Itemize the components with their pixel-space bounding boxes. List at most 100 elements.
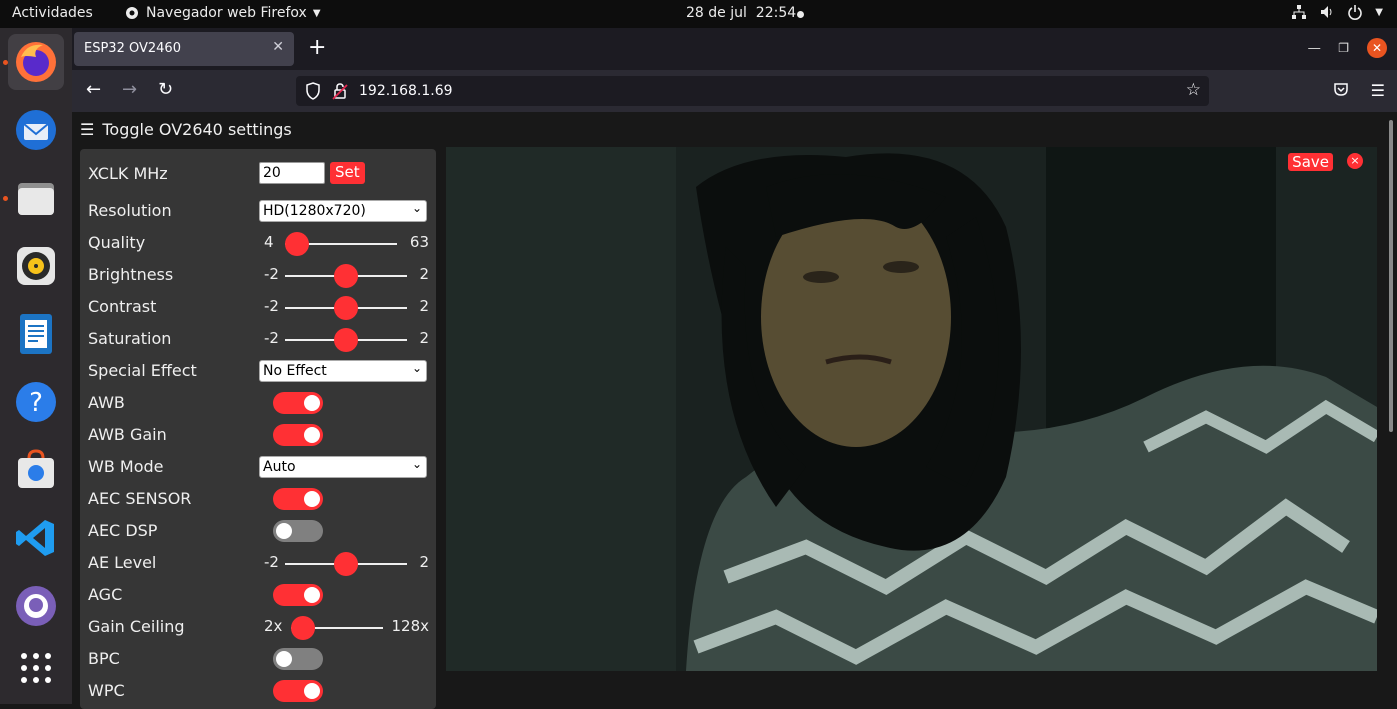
url-bar[interactable]: 192.168.1.69 ☆ xyxy=(296,76,1209,106)
wb-mode-label: WB Mode xyxy=(88,457,164,476)
special-effect-row: Special Effect No Effect ⌄ xyxy=(88,357,428,385)
contrast-slider[interactable]: -2 2 xyxy=(259,295,429,320)
close-window-icon[interactable]: ✕ xyxy=(1367,38,1387,58)
reload-icon[interactable]: ↻ xyxy=(158,80,173,100)
files-icon[interactable] xyxy=(8,170,64,226)
page-scrollbar[interactable] xyxy=(1389,120,1393,432)
aec-sensor-row: AEC SENSOR xyxy=(88,485,428,513)
wpc-toggle[interactable] xyxy=(273,680,323,702)
gain-ceiling-label: Gain Ceiling xyxy=(88,617,185,636)
close-stream-button[interactable]: × xyxy=(1347,153,1363,169)
firefox-small-icon xyxy=(126,7,138,19)
set-xclk-button[interactable]: Set xyxy=(330,162,365,184)
aec-sensor-toggle[interactable] xyxy=(273,488,323,510)
power-icon[interactable] xyxy=(1347,4,1363,20)
system-tray[interactable]: ▼ xyxy=(1291,4,1383,20)
aec-dsp-toggle[interactable] xyxy=(273,520,323,542)
quality-slider[interactable]: 4 63 xyxy=(259,231,429,256)
toggle-settings[interactable]: ☰ Toggle OV2640 settings xyxy=(80,120,292,139)
wb-mode-row: WB Mode Auto ⌄ xyxy=(88,453,428,481)
dock: ? xyxy=(0,28,72,704)
awb-label: AWB xyxy=(88,393,125,412)
chevron-down-icon: ⌄ xyxy=(411,361,422,375)
contrast-max: 2 xyxy=(419,297,429,315)
toggle-knob xyxy=(304,427,320,443)
bpc-toggle[interactable] xyxy=(273,648,323,670)
nav-bar: ← → ↻ 192.168.1.69 ☆ ☰ xyxy=(72,70,1397,112)
volume-icon[interactable] xyxy=(1319,4,1335,20)
back-icon[interactable]: ← xyxy=(86,80,101,100)
firefox-icon[interactable] xyxy=(8,34,64,90)
special-effect-select[interactable]: No Effect ⌄ xyxy=(259,360,427,382)
tab-strip: ESP32 OV2460 ✕ + ― ❐ ✕ xyxy=(72,28,1397,70)
quality-max: 63 xyxy=(409,233,429,251)
clock[interactable]: 28 de jul 22:54 xyxy=(686,5,796,21)
tab-esp32[interactable]: ESP32 OV2460 ✕ xyxy=(74,32,294,66)
toolbar-right: ☰ xyxy=(1333,81,1385,100)
slider-thumb[interactable] xyxy=(291,616,315,640)
gain-ceiling-max: 128x xyxy=(391,617,429,635)
xclk-row: XCLK MHz 20 Set xyxy=(88,160,428,188)
page-content: ☰ Toggle OV2640 settings XCLK MHz 20 Set… xyxy=(72,112,1397,709)
bpc-row: BPC xyxy=(88,645,428,673)
vscode-icon[interactable] xyxy=(8,510,64,566)
slider-thumb[interactable] xyxy=(334,552,358,576)
awb-gain-toggle[interactable] xyxy=(273,424,323,446)
chevron-down-icon[interactable]: ▼ xyxy=(1375,7,1383,18)
chevron-down-icon: ⌄ xyxy=(411,457,422,471)
rhythmbox-icon[interactable] xyxy=(8,238,64,294)
slider-thumb[interactable] xyxy=(334,264,358,288)
close-tab-icon[interactable]: ✕ xyxy=(272,39,284,55)
app-grid-icon[interactable] xyxy=(8,640,64,696)
gain-ceiling-row: Gain Ceiling 2x 128x xyxy=(88,613,429,641)
activities-button[interactable]: Actividades xyxy=(12,5,93,21)
gain-ceiling-slider[interactable]: 2x 128x xyxy=(259,615,429,640)
maximize-icon[interactable]: ❐ xyxy=(1338,41,1349,55)
github-icon[interactable] xyxy=(8,578,64,634)
resolution-select[interactable]: HD(1280x720) ⌄ xyxy=(259,200,427,222)
slider-thumb[interactable] xyxy=(334,296,358,320)
forward-icon[interactable]: → xyxy=(122,80,137,100)
wpc-row: WPC xyxy=(88,677,428,705)
aec-dsp-row: AEC DSP xyxy=(88,517,428,545)
gain-ceiling-min: 2x xyxy=(264,617,283,635)
save-button[interactable]: Save xyxy=(1288,153,1333,171)
contrast-row: Contrast -2 2 xyxy=(88,293,429,321)
date-label: 28 de jul xyxy=(686,5,747,21)
minimize-icon[interactable]: ― xyxy=(1308,41,1320,55)
time-label: 22:54 xyxy=(755,5,797,21)
saturation-min: -2 xyxy=(264,329,279,347)
network-icon[interactable] xyxy=(1291,4,1307,20)
aec-dsp-label: AEC DSP xyxy=(88,521,158,540)
bookmark-star-icon[interactable]: ☆ xyxy=(1186,80,1201,100)
menu-icon[interactable]: ☰ xyxy=(1371,81,1385,100)
agc-row: AGC xyxy=(88,581,428,609)
shield-icon[interactable] xyxy=(305,82,321,100)
software-icon[interactable] xyxy=(8,442,64,498)
slider-thumb[interactable] xyxy=(334,328,358,352)
new-tab-button[interactable]: + xyxy=(308,36,326,60)
xclk-input[interactable]: 20 xyxy=(259,162,325,184)
ae-level-slider[interactable]: -2 2 xyxy=(259,551,429,576)
quality-min: 4 xyxy=(264,233,274,251)
awb-toggle[interactable] xyxy=(273,392,323,414)
saturation-max: 2 xyxy=(419,329,429,347)
saturation-label: Saturation xyxy=(88,329,172,348)
writer-icon[interactable] xyxy=(8,306,64,362)
thunderbird-icon[interactable] xyxy=(8,102,64,158)
stream-image xyxy=(446,147,1377,671)
ae-level-label: AE Level xyxy=(88,553,157,572)
saturation-slider[interactable]: -2 2 xyxy=(259,327,429,352)
brightness-slider[interactable]: -2 2 xyxy=(259,263,429,288)
pocket-icon[interactable] xyxy=(1333,81,1349,97)
insecure-lock-icon[interactable] xyxy=(332,82,348,100)
slider-thumb[interactable] xyxy=(285,232,309,256)
toggle-knob xyxy=(304,491,320,507)
app-menu[interactable]: Navegador web Firefox ▼ xyxy=(124,5,321,21)
special-effect-value: No Effect xyxy=(263,363,327,379)
brightness-label: Brightness xyxy=(88,265,174,284)
wb-mode-select[interactable]: Auto ⌄ xyxy=(259,456,427,478)
help-icon[interactable]: ? xyxy=(8,374,64,430)
toggle-knob xyxy=(304,395,320,411)
agc-toggle[interactable] xyxy=(273,584,323,606)
